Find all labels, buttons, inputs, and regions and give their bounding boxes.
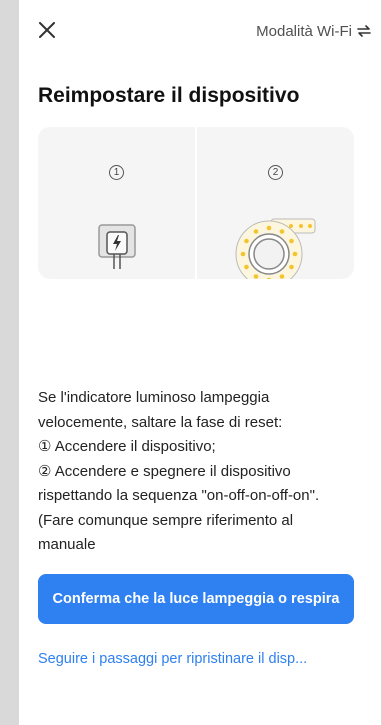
instructions-step-1: ① Accendere il dispositivo; <box>38 438 216 455</box>
close-button[interactable] <box>33 16 61 44</box>
wifi-mode-label: Modalità Wi-Fi <box>256 22 352 40</box>
step-number-1: 1 <box>109 165 124 180</box>
top-bar: Modalità Wi-Fi <box>19 0 381 62</box>
light-strip-coil-icon <box>235 218 315 279</box>
reset-steps-card: 1 2 <box>38 127 354 279</box>
step-panel-1: 1 <box>38 127 195 279</box>
reset-instructions: Se l'indicatore luminoso lampeggia veloc… <box>38 386 354 576</box>
confirm-blinking-button[interactable]: Conferma che la luce lampeggia o respira <box>38 574 354 624</box>
power-plug-icon <box>97 224 136 269</box>
page-title: Reimpostare il dispositivo <box>38 84 300 107</box>
reset-steps-link[interactable]: Seguire i passaggi per ripristinare il d… <box>38 651 378 667</box>
swap-arrows-icon <box>357 25 371 37</box>
close-icon <box>39 22 55 38</box>
step-number-2: 2 <box>268 165 283 180</box>
app-screen: Modalità Wi-Fi Reimpostare il dispositiv… <box>19 0 381 725</box>
step-panel-2: 2 <box>197 127 354 279</box>
instructions-step-2: ② Accendere e spegnere il dispositivo ri… <box>38 462 320 554</box>
wifi-mode-button[interactable]: Modalità Wi-Fi <box>256 20 371 42</box>
instructions-intro: Se l'indicatore luminoso lampeggia veloc… <box>38 389 283 431</box>
